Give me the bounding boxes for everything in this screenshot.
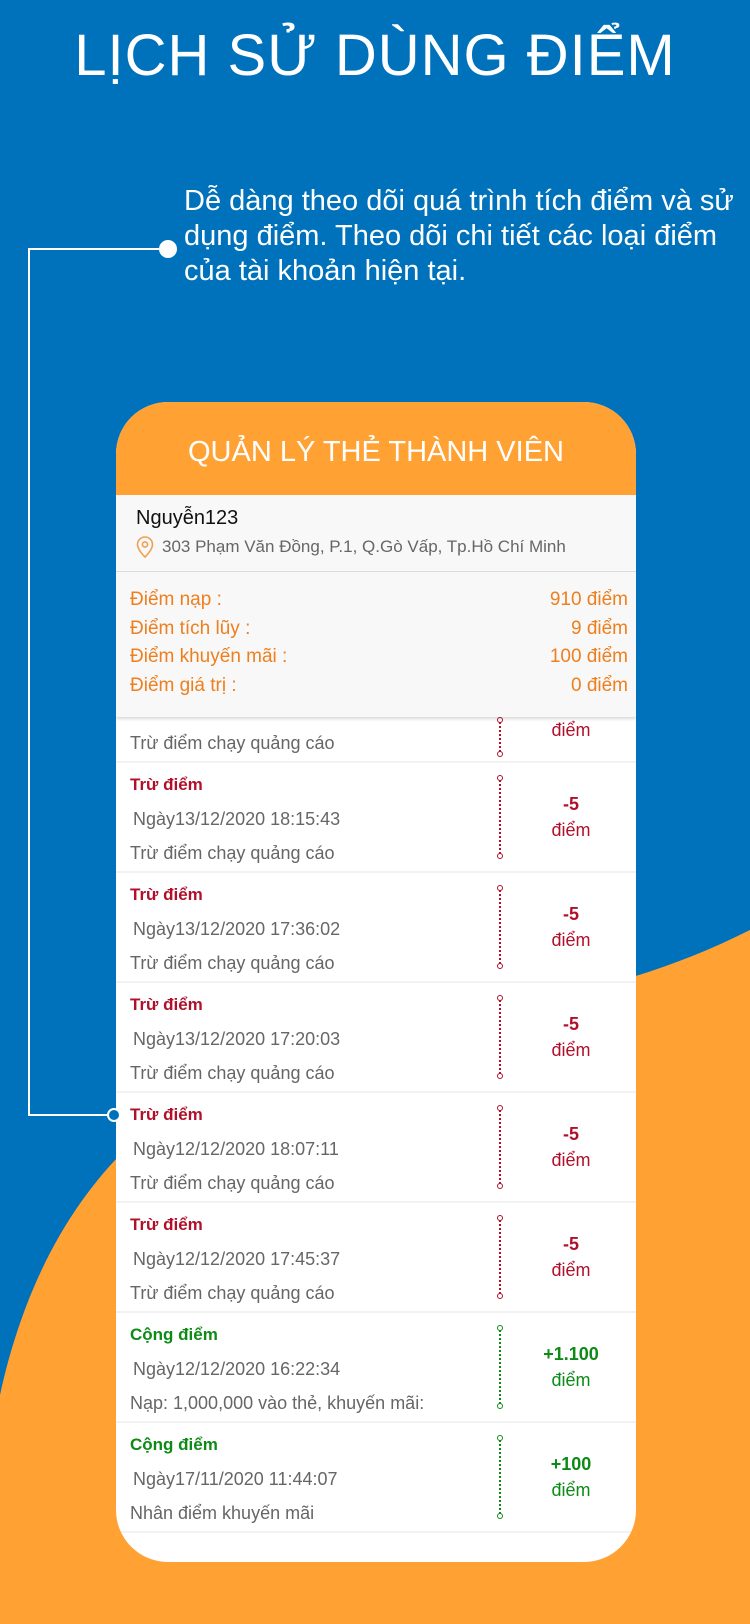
amount-value: -5	[562, 1124, 579, 1144]
transaction-list[interactable]: Trừ điểm chạy quảng cáo điểm Trừ điểm Ngà…	[116, 691, 636, 1533]
stat-row: Điểm tích lũy : 9 điểm	[130, 615, 628, 644]
amount-value: +100	[550, 1454, 592, 1474]
points-summary: Điểm nạp :910 điểm Điểm tích lũy :9 điểm Đ…	[116, 572, 636, 717]
connector-line	[28, 1114, 110, 1116]
transaction-note: Nhân điểm khuyến mãi	[130, 1503, 315, 1523]
transaction-date: Ngày13/12/2020 17:20:03	[133, 1029, 341, 1049]
stat-row: Điểm nạp : 910 điểm	[130, 586, 628, 615]
transaction-date: Ngày13/12/2020 18:15:43	[133, 809, 341, 829]
user-info: Nguyễn123 303 Phạm Văn Đồng, P.1, Q.Gò V…	[116, 495, 636, 572]
stat-value: 0 điểm	[570, 674, 628, 696]
amount-value: -5	[562, 794, 579, 814]
app-header: QUẢN LÝ THẺ THÀNH VIÊN	[116, 402, 636, 495]
transaction-row[interactable]: Trừ điểm Ngày13/12/2020 18:15:43 Trừ điểm …	[116, 763, 636, 873]
transaction-amount: -5 điểm	[516, 901, 626, 953]
amount-value: -5	[562, 904, 579, 924]
transaction-date: Ngày12/12/2020 16:22:34	[133, 1359, 341, 1379]
amount-unit: điểm	[551, 1480, 591, 1500]
amount-unit: điểm	[551, 1150, 591, 1170]
transaction-amount: +1.100 điểm	[516, 1341, 626, 1393]
transaction-amount: -5 điểm	[516, 1011, 626, 1063]
transaction-note: Trừ điểm chạy quảng cáo	[130, 733, 335, 753]
stat-label: Điểm nạp :	[130, 589, 222, 610]
transaction-date: Ngày12/12/2020 17:45:37	[133, 1249, 341, 1269]
phone-screen-card: QUẢN LÝ THẺ THÀNH VIÊN Nguyễn123 303 Phạ…	[116, 402, 636, 1562]
connector-line	[28, 248, 170, 250]
stat-label: Điểm giá trị :	[130, 674, 237, 696]
connector-ring	[107, 1108, 121, 1122]
transaction-type: Trừ điểm	[130, 1105, 203, 1124]
dotted-divider	[497, 1325, 505, 1409]
transaction-type: Cộng điểm	[130, 1325, 218, 1344]
stat-label: Điểm tích lũy :	[130, 617, 251, 639]
transaction-note: Nạp: 1,000,000 vào thẻ, khuyến mãi:	[130, 1393, 425, 1413]
transaction-date: Ngày13/12/2020 17:36:02	[133, 919, 341, 939]
stat-row: Điểm giá trị : 0 điểm	[130, 672, 628, 701]
stat-value: 910 điểm	[549, 589, 628, 610]
page-title: LỊCH SỬ DÙNG ĐIỂM	[74, 23, 676, 88]
transaction-unit: điểm	[551, 720, 591, 740]
connector-line	[28, 248, 30, 1116]
stat-value: 9 điểm	[570, 617, 628, 639]
amount-value: -5	[562, 1014, 579, 1034]
stat-label: Điểm khuyến mãi :	[130, 646, 288, 667]
transaction-type: Trừ điểm	[130, 995, 203, 1014]
transaction-amount: -5 điểm	[516, 1231, 626, 1283]
transaction-type: Trừ điểm	[130, 1215, 203, 1234]
dotted-divider	[497, 717, 505, 757]
transaction-amount: +100 điểm	[516, 1451, 626, 1503]
amount-unit: điểm	[551, 1370, 591, 1390]
stat-value: 100 điểm	[549, 646, 628, 667]
transaction-note: Trừ điểm chạy quảng cáo	[130, 953, 335, 973]
user-address: 303 Phạm Văn Đồng, P.1, Q.Gò Vấp, Tp.Hồ …	[162, 537, 566, 556]
transaction-note: Trừ điểm chạy quảng cáo	[130, 1063, 335, 1083]
dotted-divider	[497, 885, 505, 969]
amount-unit: điểm	[551, 820, 591, 840]
amount-value: +1.100	[543, 1344, 599, 1364]
transaction-type: Cộng điểm	[130, 1435, 218, 1454]
location-pin-icon	[136, 536, 154, 558]
amount-unit: điểm	[551, 1040, 591, 1060]
transaction-row[interactable]: Trừ điểm Ngày13/12/2020 17:20:03 Trừ điểm …	[116, 983, 636, 1093]
transaction-date: Ngày17/11/2020 11:44:07	[133, 1469, 338, 1489]
transaction-row[interactable]: Trừ điểm Ngày12/12/2020 18:07:11 Trừ điểm …	[116, 1093, 636, 1203]
transaction-type: Trừ điểm	[130, 775, 203, 794]
transaction-row[interactable]: Cộng điểm Ngày17/11/2020 11:44:07 Nhân điể…	[116, 1423, 636, 1533]
dotted-divider	[497, 1105, 505, 1189]
transaction-note: Trừ điểm chạy quảng cáo	[130, 1283, 335, 1303]
connector-dot	[159, 240, 177, 258]
transaction-row[interactable]: Trừ điểm Ngày13/12/2020 17:36:02 Trừ điểm …	[116, 873, 636, 983]
dotted-divider	[497, 1215, 505, 1299]
dotted-divider	[497, 1435, 505, 1519]
transaction-type: Trừ điểm	[130, 885, 203, 904]
transaction-amount: -5 điểm	[516, 791, 626, 843]
feature-description: Dễ dàng theo dõi quá trình tích điểm và …	[184, 185, 734, 287]
transaction-row[interactable]: Cộng điểm Ngày12/12/2020 16:22:34 Nạp: 1,0…	[116, 1313, 636, 1423]
transaction-amount: -5 điểm	[516, 1121, 626, 1173]
transaction-date: Ngày12/12/2020 18:07:11	[133, 1139, 339, 1159]
transaction-note: Trừ điểm chạy quảng cáo	[130, 1173, 335, 1193]
stat-row: Điểm khuyến mãi : 100 điểm	[130, 643, 628, 672]
dotted-divider	[497, 775, 505, 859]
user-name: Nguyễn123	[136, 507, 239, 529]
transaction-note: Trừ điểm chạy quảng cáo	[130, 843, 335, 863]
transaction-row[interactable]: Trừ điểm Ngày12/12/2020 17:45:37 Trừ điểm …	[116, 1203, 636, 1313]
amount-unit: điểm	[551, 930, 591, 950]
amount-value: -5	[562, 1234, 579, 1254]
amount-unit: điểm	[551, 1260, 591, 1280]
dotted-divider	[497, 995, 505, 1079]
